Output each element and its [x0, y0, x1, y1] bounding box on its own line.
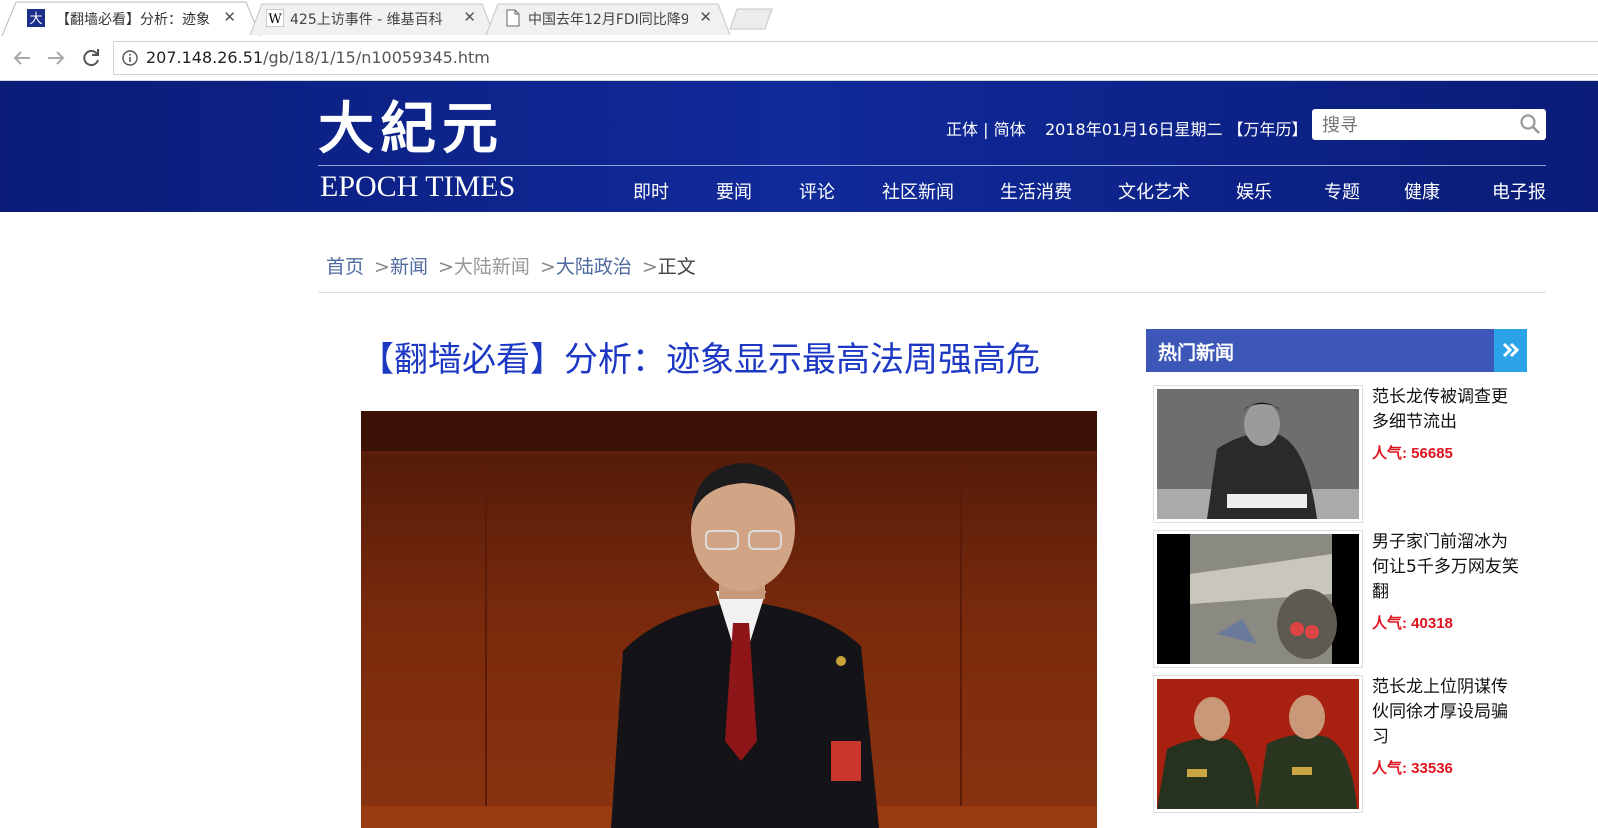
hot-news-header: 热门新闻: [1146, 329, 1527, 372]
svg-text:大: 大: [29, 12, 42, 27]
url-host: 207.148.26.51: [146, 48, 264, 67]
svg-text:W: W: [268, 12, 282, 27]
close-icon[interactable]: ✕: [223, 8, 236, 26]
article-photo: [361, 411, 1097, 828]
hot-news-thumbnail[interactable]: [1153, 385, 1363, 523]
breadcrumb-news[interactable]: 新闻: [390, 256, 428, 278]
header-divider: [318, 165, 1546, 166]
hot-news-item-title[interactable]: 范长龙传被调查更多细节流出: [1372, 385, 1522, 435]
breadcrumb-divider: [318, 292, 1546, 293]
hot-news-item-title[interactable]: 范长龙上位阴谋传伙同徐才厚设局骗习: [1372, 675, 1522, 750]
search-input[interactable]: [1320, 112, 1514, 138]
hot-news-item-views: 人气: 40318: [1372, 615, 1453, 632]
hot-news-thumbnail[interactable]: [1153, 675, 1363, 813]
breadcrumb-current: 正文: [657, 256, 696, 278]
hot-news-item-title[interactable]: 男子家门前溜冰为何让5千多万网友笑翻: [1372, 530, 1522, 605]
breadcrumb: 首页 >新闻 >大陆新闻 >大陆政治 >正文: [326, 252, 696, 279]
reload-icon[interactable]: [79, 46, 103, 70]
site-header: 大紀元 EPOCH TIMES 正体 | 简体 2018年01月16日星期二 【…: [0, 81, 1598, 212]
nav-item-epaper[interactable]: 电子报: [1492, 178, 1546, 204]
epoch-times-favicon: 大: [27, 9, 45, 27]
tab-title: 【翻墙必看】分析：迹象: [56, 12, 210, 28]
url-path: /gb/18/1/15/n10059345.htm: [263, 48, 490, 67]
chevron-right-icon: >: [437, 256, 454, 278]
close-icon[interactable]: ✕: [463, 8, 476, 26]
tab-active[interactable]: 大 【翻墙必看】分析：迹象 ✕: [0, 0, 262, 36]
search-box: [1312, 109, 1546, 140]
tab-title: 425上访事件 - 维基百科: [290, 12, 443, 28]
breadcrumb-mainland-news[interactable]: 大陆新闻: [454, 256, 530, 278]
info-icon[interactable]: [122, 50, 138, 66]
article-headline: 【翻墙必看】分析：迹象显示最高法周强高危: [360, 340, 1040, 380]
hot-news-thumbnail[interactable]: [1153, 530, 1363, 668]
forward-arrow-icon[interactable]: [44, 46, 68, 70]
browser-toolbar: 207.148.26.51/gb/18/1/15/n10059345.htm: [0, 36, 1598, 81]
logo-chinese[interactable]: 大紀元: [318, 99, 504, 159]
nav-item-instant[interactable]: 即时: [633, 178, 669, 204]
nav-item-health[interactable]: 健康: [1404, 178, 1440, 204]
back-arrow-icon[interactable]: [10, 46, 34, 70]
double-chevron-right-icon[interactable]: [1494, 329, 1527, 372]
address-bar[interactable]: 207.148.26.51/gb/18/1/15/n10059345.htm: [113, 41, 1598, 75]
url-text: 207.148.26.51/gb/18/1/15/n10059345.htm: [146, 48, 490, 67]
nav-item-community[interactable]: 社区新闻: [882, 178, 954, 204]
hot-news-item-views: 人气: 56685: [1372, 445, 1453, 462]
chevron-right-icon: >: [539, 256, 556, 278]
nav-item-headlines[interactable]: 要闻: [716, 178, 752, 204]
breadcrumb-home[interactable]: 首页: [326, 256, 364, 278]
tab-title: 中国去年12月FDI同比降9: [528, 12, 688, 28]
chevron-right-icon: >: [374, 256, 390, 278]
logo-english[interactable]: EPOCH TIMES: [320, 170, 515, 204]
breadcrumb-mainland-politics[interactable]: 大陆政治: [556, 256, 632, 278]
tab-wikipedia[interactable]: W 425上访事件 - 维基百科 ✕: [248, 0, 496, 36]
nav-item-culture[interactable]: 文化艺术: [1118, 178, 1190, 204]
nav-item-topics[interactable]: 专题: [1324, 178, 1360, 204]
tab-document[interactable]: 中国去年12月FDI同比降9 ✕: [484, 0, 732, 36]
tab-strip: 大 【翻墙必看】分析：迹象 ✕ W 425上访事件 - 维基百科 ✕ 中国去年1…: [0, 0, 1598, 36]
search-icon[interactable]: [1520, 114, 1540, 134]
document-favicon: [504, 9, 522, 27]
nav-item-opinion[interactable]: 评论: [799, 178, 835, 204]
date-display: 2018年01月16日星期二 【万年历】: [1045, 120, 1308, 139]
wikipedia-favicon: W: [265, 8, 285, 28]
close-icon[interactable]: ✕: [699, 8, 712, 26]
nav-item-lifestyle[interactable]: 生活消费: [1000, 178, 1072, 204]
hot-news-title: 热门新闻: [1158, 342, 1235, 364]
new-tab-button[interactable]: [728, 8, 774, 30]
hot-news-item-views: 人气: 33536: [1372, 760, 1453, 777]
nav-item-entertainment[interactable]: 娱乐: [1236, 178, 1272, 204]
language-switch[interactable]: 正体 | 简体: [946, 116, 1026, 140]
chevron-right-icon: >: [641, 256, 658, 278]
